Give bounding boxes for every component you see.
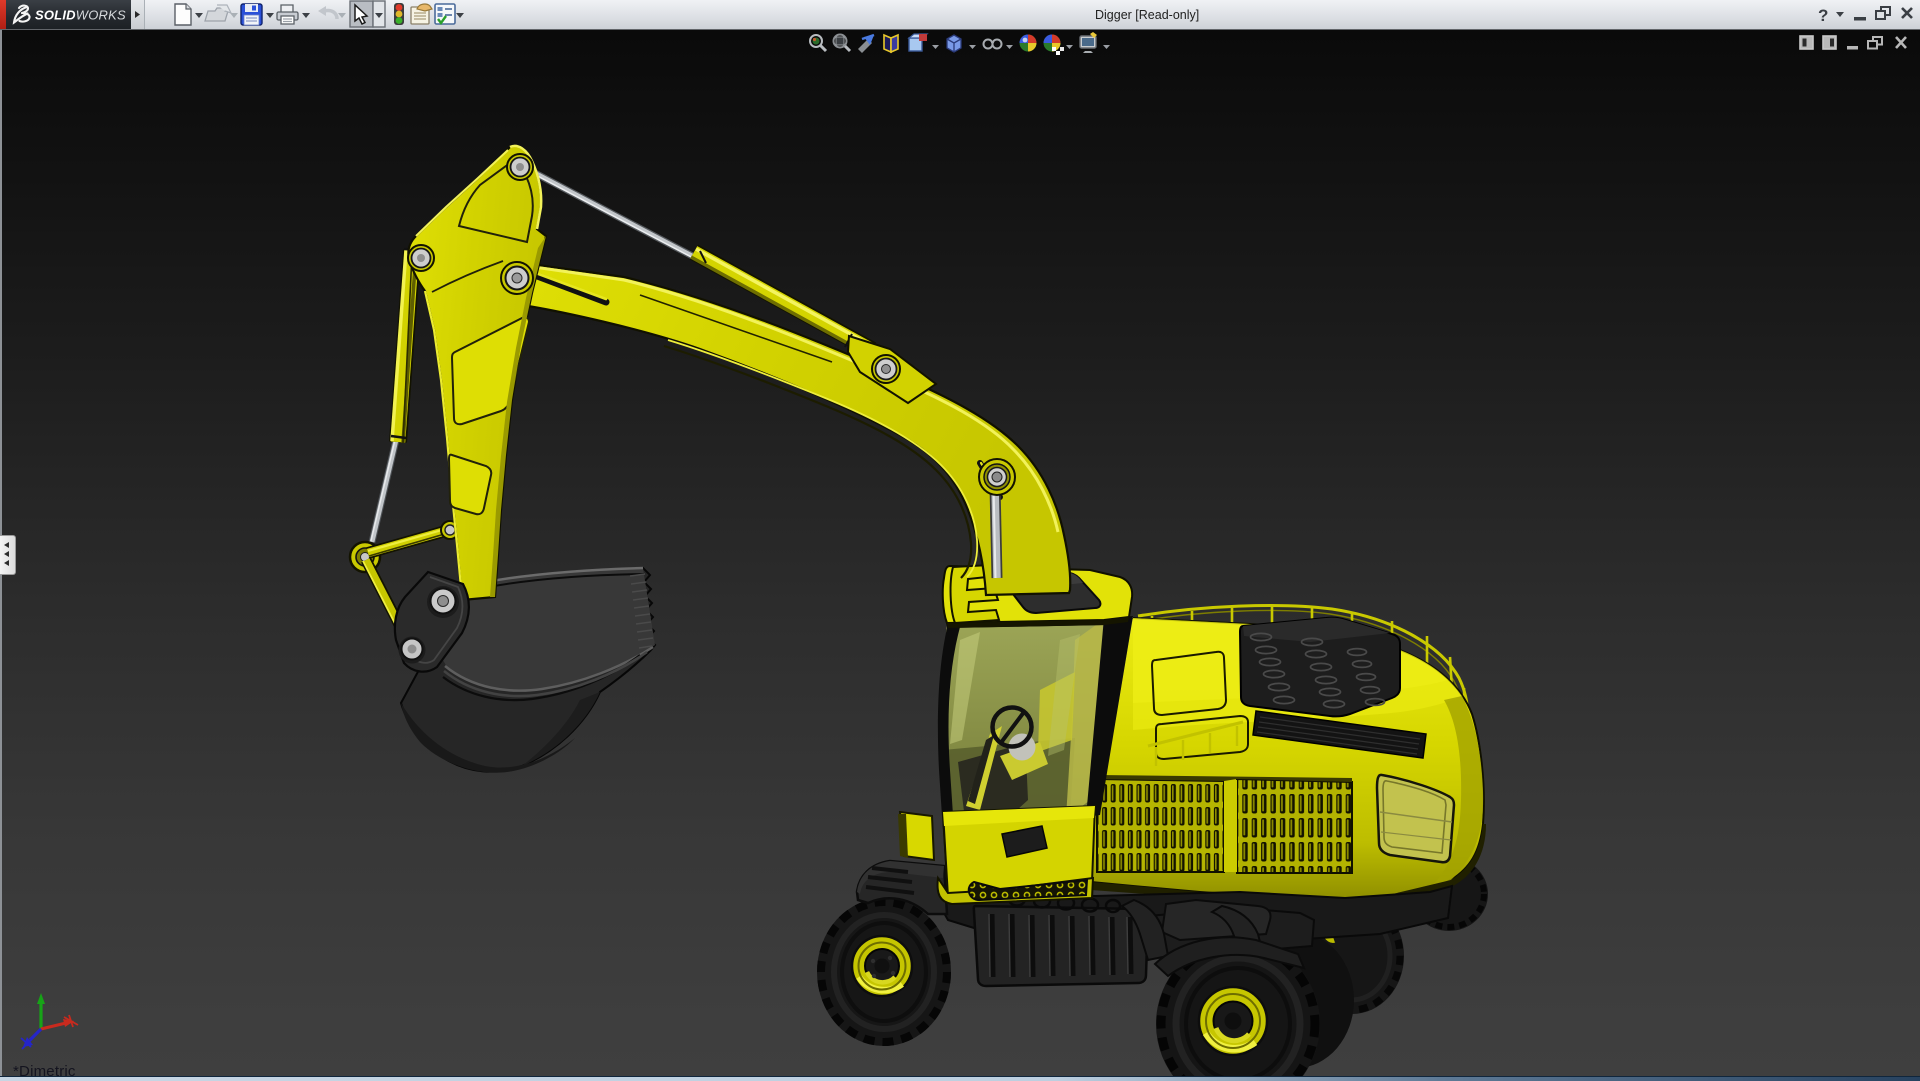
svg-text:?: ? [1818, 6, 1828, 25]
svg-text:SOLIDWORKS: SOLIDWORKS [35, 8, 126, 23]
